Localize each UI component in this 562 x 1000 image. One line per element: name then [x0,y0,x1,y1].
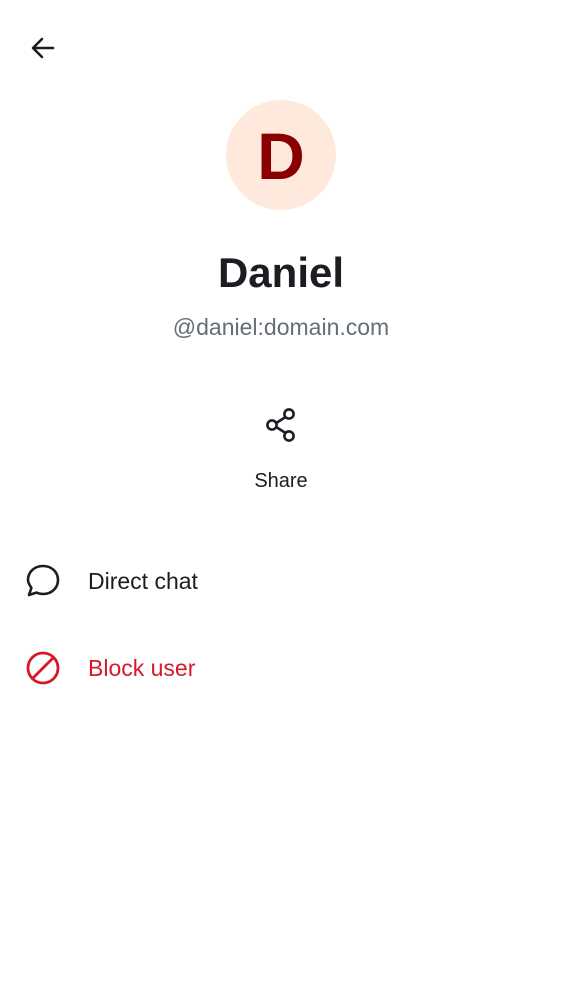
direct-chat-item[interactable]: Direct chat [0,541,562,621]
direct-chat-label: Direct chat [88,568,198,594]
block-user-label: Block user [88,655,196,681]
share-button[interactable]: Share [231,398,331,502]
user-id: @daniel:domain.com [172,314,390,340]
chat-bubble-icon [24,562,62,600]
arrow-left-icon [29,34,57,67]
share-label: Share [254,470,308,492]
avatar-initial: D [257,119,305,193]
back-button[interactable] [19,26,67,74]
display-name: Daniel [217,249,345,296]
block-user-item[interactable]: Block user [0,628,562,708]
block-icon [24,649,62,687]
share-icon [265,406,297,444]
avatar: D [226,100,336,210]
